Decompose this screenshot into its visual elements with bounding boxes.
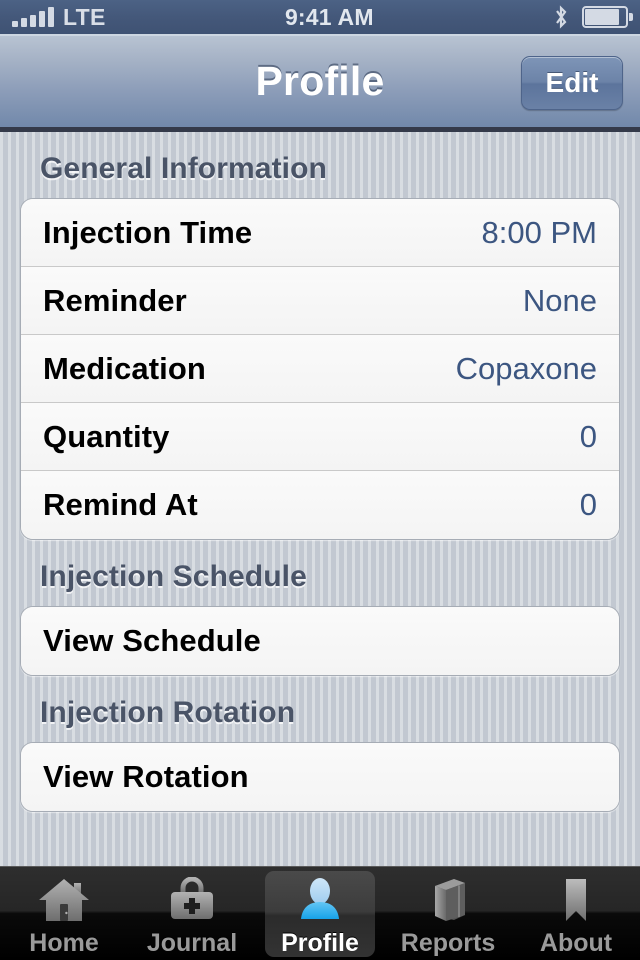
row-value: Copaxone: [455, 350, 597, 386]
table-row-view-rotation[interactable]: View Rotation: [21, 743, 619, 811]
row-label: View Schedule: [43, 623, 261, 658]
row-label: Reminder: [43, 282, 187, 318]
row-value: 0: [579, 487, 597, 522]
bluetooth-icon: [556, 5, 567, 29]
table-row-injection-time[interactable]: Injection Time 8:00 PM: [21, 199, 619, 267]
table-row-reminder[interactable]: Reminder None: [21, 267, 619, 335]
tab-reports[interactable]: Reports: [384, 867, 512, 960]
row-label: Remind At: [43, 487, 198, 522]
signal-strength-icon: [12, 7, 54, 27]
table-row-view-schedule[interactable]: View Schedule: [21, 607, 619, 675]
tab-profile[interactable]: Profile: [256, 867, 384, 960]
table-row-quantity[interactable]: Quantity 0: [21, 403, 619, 471]
tab-label: About: [539, 928, 613, 957]
edit-button[interactable]: Edit: [521, 56, 623, 110]
book-icon: [424, 874, 472, 926]
battery-icon: [582, 6, 633, 28]
row-value: 8:00 PM: [481, 214, 597, 250]
row-value: 0: [579, 418, 597, 454]
page-title: Profile: [255, 58, 385, 104]
table-row-remind-at[interactable]: Remind At 0: [21, 471, 619, 539]
navigation-bar: Profile Edit: [0, 34, 640, 132]
person-icon: [294, 874, 346, 926]
section-header-general-information: General Information: [40, 152, 327, 185]
carrier-label: LTE: [63, 3, 106, 30]
row-label: Injection Time: [43, 214, 253, 250]
status-bar-left: LTE: [12, 4, 106, 31]
medical-bag-icon: [167, 874, 217, 926]
section-card-general-information: Injection Time 8:00 PM Reminder None Med…: [20, 198, 620, 540]
status-bar: LTE 9:41 AM: [0, 0, 640, 34]
section-header-injection-schedule: Injection Schedule: [40, 560, 307, 593]
tab-label: Journal: [146, 928, 238, 957]
tab-journal[interactable]: Journal: [128, 867, 256, 960]
tab-label: Home: [29, 928, 99, 957]
tab-home[interactable]: Home: [0, 867, 128, 960]
status-bar-clock: 9:41 AM: [284, 3, 374, 30]
status-bar-right: [553, 5, 633, 29]
profile-settings-list[interactable]: General Information Injection Time 8:00 …: [0, 132, 640, 866]
row-label: View Rotation: [43, 759, 249, 794]
row-value: None: [522, 282, 597, 318]
row-label: Medication: [43, 350, 206, 386]
section-card-injection-rotation: View Rotation: [20, 742, 620, 812]
tab-label: Profile: [281, 928, 359, 957]
tab-bar: Home Journal Profile Reports About: [0, 866, 640, 960]
house-icon: [37, 874, 91, 926]
bookmark-icon: [556, 874, 596, 926]
row-label: Quantity: [43, 418, 170, 454]
tab-label: Reports: [400, 928, 496, 957]
section-card-injection-schedule: View Schedule: [20, 606, 620, 676]
section-header-injection-rotation: Injection Rotation: [40, 696, 296, 729]
tab-about[interactable]: About: [512, 867, 640, 960]
edit-button-label: Edit: [545, 67, 599, 98]
table-row-medication[interactable]: Medication Copaxone: [21, 335, 619, 403]
